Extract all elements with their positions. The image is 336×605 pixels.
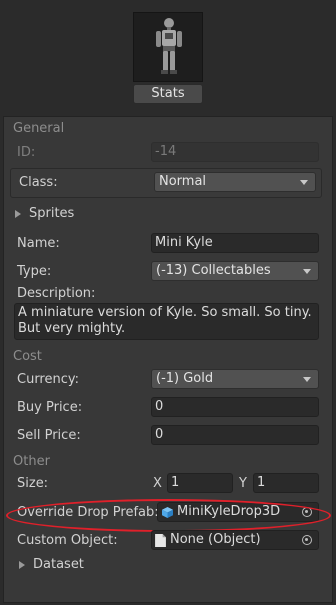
sell-price-label: Sell Price: — [17, 428, 81, 443]
type-dropdown-value: (-13) Collectables — [156, 263, 271, 278]
id-field: -14 — [151, 142, 319, 162]
document-icon — [155, 534, 166, 547]
stats-button[interactable]: Stats — [133, 84, 203, 104]
general-header: General — [13, 121, 65, 136]
description-label: Description: — [17, 286, 96, 301]
sprites-label: Sprites — [29, 206, 75, 221]
foldout-arrow-icon — [19, 561, 25, 569]
size-x-label: X — [153, 476, 162, 491]
robot-figure-icon — [156, 18, 182, 74]
class-label: Class: — [19, 175, 58, 190]
description-textarea[interactable]: A miniature version of Kyle. So small. S… — [14, 303, 319, 340]
buy-price-label: Buy Price: — [17, 400, 83, 415]
prefab-cube-icon — [162, 507, 173, 518]
custom-object-field[interactable]: None (Object) — [151, 530, 319, 550]
size-y-label: Y — [239, 476, 247, 491]
foldout-arrow-icon — [15, 210, 21, 218]
size-y-input[interactable]: 1 — [253, 473, 319, 493]
type-dropdown[interactable]: (-13) Collectables — [151, 261, 319, 281]
chevron-down-icon — [300, 180, 308, 185]
size-label: Size: — [17, 476, 49, 491]
currency-dropdown-value: (-1) Gold — [156, 371, 214, 386]
cost-header: Cost — [13, 349, 42, 364]
buy-price-input[interactable]: 0 — [151, 397, 319, 417]
sell-price-input[interactable]: 0 — [151, 425, 319, 445]
currency-label: Currency: — [17, 372, 80, 387]
override-drop-prefab-value: MiniKyleDrop3D — [177, 504, 281, 519]
name-input[interactable]: Mini Kyle — [151, 233, 319, 253]
sprites-foldout[interactable]: Sprites — [13, 206, 133, 222]
override-drop-prefab-field[interactable]: MiniKyleDrop3D — [157, 502, 319, 522]
object-picker-icon[interactable] — [302, 507, 312, 517]
object-picker-icon[interactable] — [302, 535, 312, 545]
character-preview — [133, 12, 203, 82]
chevron-down-icon — [303, 377, 311, 382]
class-dropdown-value: Normal — [159, 174, 207, 189]
name-label: Name: — [17, 236, 60, 251]
dataset-foldout[interactable]: Dataset — [13, 557, 133, 573]
custom-object-value: None (Object) — [170, 532, 261, 547]
dataset-label: Dataset — [33, 557, 84, 572]
currency-dropdown[interactable]: (-1) Gold — [151, 369, 319, 389]
size-x-input[interactable]: 1 — [167, 473, 233, 493]
type-label: Type: — [17, 264, 52, 279]
chevron-down-icon — [303, 269, 311, 274]
override-drop-prefab-label: Override Drop Prefab: — [17, 505, 159, 520]
custom-object-label: Custom Object: — [17, 533, 118, 548]
class-dropdown[interactable]: Normal — [154, 172, 316, 192]
other-header: Other — [13, 454, 50, 469]
id-label: ID: — [17, 145, 36, 160]
